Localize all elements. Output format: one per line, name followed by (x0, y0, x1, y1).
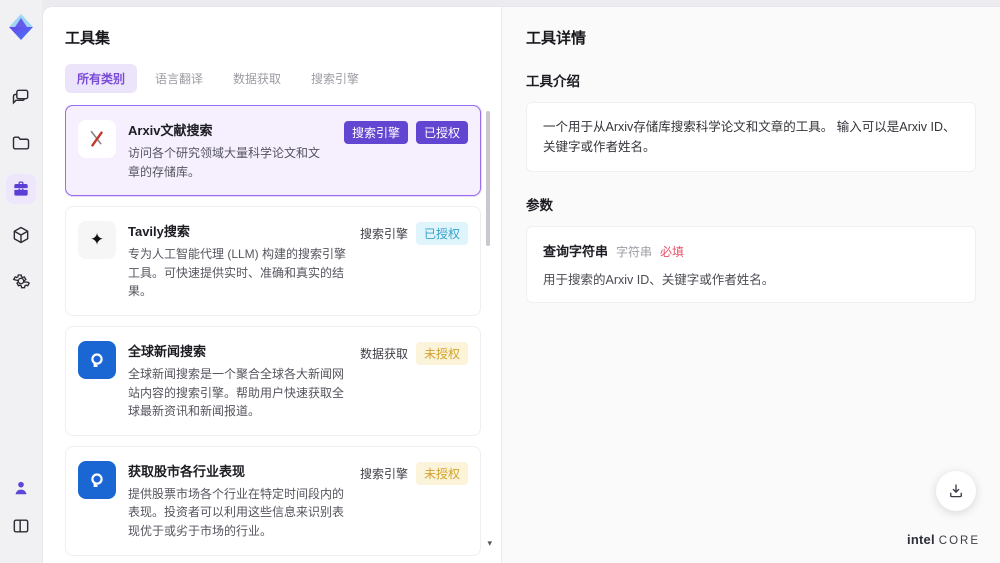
sidebar-item-tools[interactable] (6, 174, 36, 204)
user-icon (15, 481, 27, 495)
cube-icon (13, 226, 29, 244)
intro-heading: 工具介绍 (526, 74, 580, 89)
folder-icon (12, 136, 30, 150)
sidebar-item-panel-toggle[interactable] (6, 511, 36, 541)
sidebar-item-packages[interactable] (6, 220, 36, 250)
status-badge: 已授权 (415, 222, 468, 246)
news-icon (78, 460, 116, 499)
news-icon (78, 340, 116, 379)
tool-card-body: Arxiv文献搜索 访问各个研究领域大量科学论文和文章的存储库。 (128, 120, 332, 181)
tool-card-body: 全球新闻搜索 全球新闻搜索是一个聚合全球各大新闻网站内容的搜索引擎。帮助用户快速… (128, 341, 348, 421)
panel-toggle-icon (13, 519, 29, 533)
tool-name: 全球新闻搜索 (128, 343, 207, 359)
sidebar-item-files[interactable] (6, 128, 36, 158)
status-badge: 已授权 (415, 121, 468, 144)
brand-intel: intel (907, 532, 935, 547)
tool-card-arxiv[interactable]: Arxiv文献搜索 访问各个研究领域大量科学论文和文章的存储库。 搜索引擎 已授… (65, 105, 481, 197)
toolbox-icon (14, 181, 28, 196)
tool-card-sector-performance[interactable]: 获取股市各行业表现 提供股票市场各个行业在特定时间段内的表现。投资者可以利用这些… (65, 445, 481, 556)
tool-card-body: Tavily搜索 专为人工智能代理 (LLM) 构建的搜索引擎工具。可快速提供实… (128, 221, 348, 301)
detail-title: 工具详情 (526, 30, 587, 47)
tab-search-engine[interactable]: 搜索引擎 (299, 64, 371, 93)
param-required-badge: 必填 (660, 245, 685, 259)
tool-name: Arxiv文献搜索 (128, 123, 213, 138)
tool-tags: 搜索引擎 已授权 (343, 120, 468, 181)
intel-core-logo: intel CORE (907, 532, 980, 547)
tool-list-panel: 工具集 所有类别 语言翻译 数据获取 搜索引擎 Arxiv文献搜索 访问各个研究… (43, 7, 501, 563)
param-name: 查询字符串 (543, 244, 609, 259)
sidebar-item-settings[interactable] (6, 266, 36, 296)
app-root: 工具集 所有类别 语言翻译 数据获取 搜索引擎 Arxiv文献搜索 访问各个研究… (0, 0, 1000, 563)
tool-name: Tavily搜索 (128, 224, 190, 240)
category-label: 搜索引擎 (359, 466, 408, 481)
page-title: 工具集 (65, 30, 111, 47)
param-type: 字符串 (616, 245, 653, 259)
tool-detail-panel: 工具详情 工具介绍 一个用于从Arxiv存储库搜索科学论文和文章的工具。 输入可… (501, 7, 1000, 563)
intro-text: 一个用于从Arxiv存储库搜索科学论文和文章的工具。 输入可以是Arxiv ID… (543, 120, 956, 154)
download-button[interactable] (936, 471, 976, 511)
download-icon (950, 484, 962, 498)
chat-icon (12, 89, 29, 105)
param-header: 查询字符串 字符串 必填 (543, 241, 959, 260)
main-content: 工具集 所有类别 语言翻译 数据获取 搜索引擎 Arxiv文献搜索 访问各个研究… (42, 6, 1000, 563)
tool-tags: 搜索引擎 已授权 (360, 221, 468, 301)
tool-description: 全球新闻搜索是一个聚合全球各大新闻网站内容的搜索引擎。帮助用户快速获取全球最新资… (128, 366, 345, 419)
tavily-icon: ✦ (78, 221, 116, 260)
tab-language-translation[interactable]: 语言翻译 (143, 64, 215, 93)
tab-data-fetch[interactable]: 数据获取 (221, 64, 293, 93)
arxiv-icon (78, 120, 116, 158)
sidebar-item-chat[interactable] (6, 82, 36, 112)
status-badge: 未授权 (415, 341, 468, 365)
param-description: 用于搜索的Arxiv ID、关键字或作者姓名。 (543, 273, 775, 287)
scrollbar-down-arrow[interactable]: ▾ (487, 538, 492, 549)
category-label: 数据获取 (359, 346, 408, 361)
gear-icon (12, 274, 31, 289)
param-box: 查询字符串 字符串 必填 用于搜索的Arxiv ID、关键字或作者姓名。 (526, 226, 976, 303)
tool-card-global-news[interactable]: 全球新闻搜索 全球新闻搜索是一个聚合全球各大新闻网站内容的搜索引擎。帮助用户快速… (65, 325, 481, 436)
params-heading: 参数 (526, 198, 553, 213)
category-tabs: 所有类别 语言翻译 数据获取 搜索引擎 (65, 64, 493, 93)
tab-all-categories[interactable]: 所有类别 (65, 64, 138, 93)
category-badge: 搜索引擎 (343, 121, 408, 144)
sidebar-item-user[interactable] (6, 473, 36, 503)
tool-description: 提供股票市场各个行业在特定时间段内的表现。投资者可以利用这些信息来识别表现优于或… (128, 486, 345, 538)
status-badge: 未授权 (415, 461, 468, 485)
brand-core: CORE (938, 535, 980, 547)
sidebar-rail (0, 0, 42, 563)
tool-list: Arxiv文献搜索 访问各个研究领域大量科学论文和文章的存储库。 搜索引擎 已授… (65, 105, 493, 563)
list-scrollbar[interactable] (486, 111, 490, 246)
intro-box: 一个用于从Arxiv存储库搜索科学论文和文章的工具。 输入可以是Arxiv ID… (526, 102, 976, 172)
tool-tags: 数据获取 未授权 (360, 341, 468, 421)
tool-description: 专为人工智能代理 (LLM) 构建的搜索引擎工具。可快速提供实时、准确和真实的结… (128, 247, 347, 299)
tool-card-body: 获取股市各行业表现 提供股票市场各个行业在特定时间段内的表现。投资者可以利用这些… (128, 461, 348, 541)
tool-tags: 搜索引擎 未授权 (360, 461, 468, 541)
tool-name: 获取股市各行业表现 (128, 463, 246, 479)
tool-description: 访问各个研究领域大量科学论文和文章的存储库。 (128, 146, 321, 179)
tool-card-tavily[interactable]: ✦ Tavily搜索 专为人工智能代理 (LLM) 构建的搜索引擎工具。可快速提… (65, 206, 481, 316)
category-label: 搜索引擎 (359, 227, 408, 242)
app-logo-icon (9, 14, 33, 40)
